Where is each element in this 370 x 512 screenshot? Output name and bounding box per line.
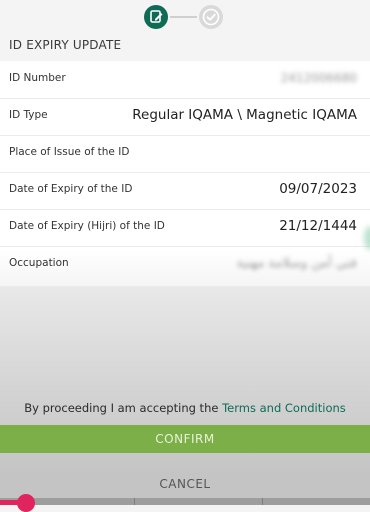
terms-prefix: By proceeding I am accepting the bbox=[24, 401, 223, 415]
expiry-hijri-value: 21/12/1444 bbox=[279, 218, 357, 234]
floating-action-dot[interactable] bbox=[17, 494, 35, 512]
id-details-card: ID Number 2412006680 ID Type Regular IQA… bbox=[0, 61, 370, 286]
id-type-row: ID Type Regular IQAMA \ Magnetic IQAMA bbox=[0, 98, 370, 136]
place-of-issue-row: Place of Issue of the ID bbox=[0, 135, 370, 173]
nav-divider bbox=[134, 498, 135, 505]
expiry-date-label: Date of Expiry of the ID bbox=[9, 183, 133, 195]
expiry-date-row: Date of Expiry of the ID 09/07/2023 bbox=[0, 172, 370, 210]
id-type-value: Regular IQAMA \ Magnetic IQAMA bbox=[132, 107, 357, 123]
occupation-value: فني أمن وسلامة مهنية bbox=[236, 256, 357, 271]
place-of-issue-label: Place of Issue of the ID bbox=[9, 146, 130, 158]
cancel-button[interactable]: CANCEL bbox=[0, 470, 370, 498]
stepper-connector bbox=[170, 16, 197, 18]
step-2-indicator bbox=[199, 5, 223, 29]
confirm-button[interactable]: CONFIRM bbox=[0, 425, 370, 453]
expiry-hijri-label: Date of Expiry (Hijri) of the ID bbox=[9, 220, 165, 232]
terms-acceptance-text: By proceeding I am accepting the Terms a… bbox=[0, 401, 370, 415]
id-type-label: ID Type bbox=[9, 109, 48, 121]
expiry-hijri-row: Date of Expiry (Hijri) of the ID 21/12/1… bbox=[0, 209, 370, 247]
scroll-edge-indicator bbox=[364, 226, 370, 250]
id-number-row: ID Number 2412006680 bbox=[0, 61, 370, 99]
page-title: ID EXPIRY UPDATE bbox=[9, 38, 122, 52]
edit-document-icon bbox=[150, 10, 163, 23]
check-circle-icon bbox=[202, 8, 220, 26]
id-number-label: ID Number bbox=[9, 72, 66, 84]
id-number-value: 2412006680 bbox=[280, 71, 357, 85]
occupation-row: Occupation فني أمن وسلامة مهنية bbox=[0, 246, 370, 283]
expiry-date-value: 09/07/2023 bbox=[279, 181, 357, 197]
bottom-navigation-bar bbox=[0, 498, 370, 505]
step-1-indicator bbox=[144, 5, 168, 29]
terms-and-conditions-link[interactable]: Terms and Conditions bbox=[222, 401, 346, 415]
nav-divider bbox=[262, 498, 263, 505]
progress-stepper bbox=[0, 0, 370, 34]
occupation-label: Occupation bbox=[9, 257, 69, 269]
